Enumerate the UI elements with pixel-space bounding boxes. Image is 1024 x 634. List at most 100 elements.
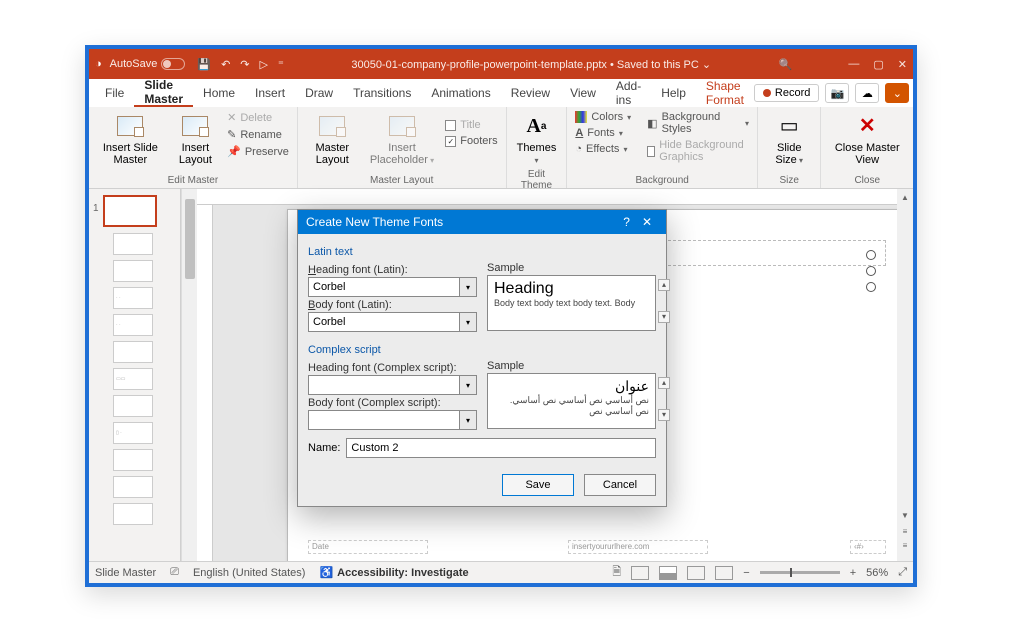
- footer-placeholder[interactable]: insertyoururlhere.com: [568, 540, 708, 554]
- layout-thumbnail[interactable]: [113, 503, 153, 525]
- heading-cs-combo[interactable]: ▾: [308, 375, 477, 395]
- tab-draw[interactable]: Draw: [295, 79, 343, 107]
- chevron-down-icon[interactable]: ▾: [459, 410, 477, 430]
- ribbon-display-button[interactable]: ⌄: [885, 83, 909, 103]
- autosave-switch-off[interactable]: [161, 58, 185, 70]
- zoom-level[interactable]: 56%: [866, 567, 888, 579]
- prev-slide-icon[interactable]: ≡: [900, 527, 910, 537]
- tab-slide-master[interactable]: Slide Master: [134, 79, 193, 107]
- layout-thumbnail[interactable]: [113, 233, 153, 255]
- scroll-up-icon[interactable]: ▲: [900, 193, 910, 203]
- body-cs-input[interactable]: [308, 410, 459, 430]
- sorter-view-button[interactable]: [659, 566, 677, 580]
- zoom-in-icon[interactable]: +: [850, 567, 856, 579]
- status-language[interactable]: English (United States): [193, 567, 306, 579]
- footers-checkbox[interactable]: Footers: [443, 134, 499, 148]
- zoom-slider[interactable]: [760, 571, 840, 574]
- tab-view[interactable]: View: [560, 79, 606, 107]
- tab-addins[interactable]: Add-ins: [606, 79, 651, 107]
- rename-button[interactable]: ✎Rename: [225, 127, 291, 142]
- tab-animations[interactable]: Animations: [421, 79, 500, 107]
- tab-home[interactable]: Home: [193, 79, 245, 107]
- reading-view-button[interactable]: [687, 566, 705, 580]
- tab-shape-format[interactable]: Shape Format: [696, 79, 754, 107]
- normal-view-button[interactable]: [631, 566, 649, 580]
- scroll-down-icon[interactable]: ▼: [900, 511, 910, 521]
- scroll-thumb[interactable]: [185, 199, 195, 279]
- present-button[interactable]: 📷: [825, 83, 849, 103]
- layout-thumbnail[interactable]: ▯ ·: [113, 422, 153, 444]
- minimize-icon[interactable]: —: [848, 58, 859, 71]
- close-window-icon[interactable]: ✕: [898, 58, 907, 71]
- body-latin-input[interactable]: [308, 312, 459, 332]
- slide-size-button[interactable]: ▭ Slide Size: [764, 110, 814, 168]
- close-master-view-button[interactable]: ✕ Close Master View: [827, 110, 907, 168]
- delete-button[interactable]: ✕Delete: [225, 110, 291, 125]
- spin-down-icon[interactable]: ▾: [658, 311, 670, 323]
- body-latin-combo[interactable]: ▾: [308, 312, 477, 332]
- layout-thumbnail[interactable]: [113, 341, 153, 363]
- autosave-toggle[interactable]: AutoSave: [110, 58, 186, 70]
- undo-icon[interactable]: ↶: [221, 58, 230, 71]
- tab-insert[interactable]: Insert: [245, 79, 295, 107]
- tab-review[interactable]: Review: [501, 79, 560, 107]
- record-button[interactable]: Record: [754, 84, 819, 102]
- status-accessibility[interactable]: ♿Accessibility: Investigate: [319, 566, 468, 579]
- tab-file[interactable]: File: [95, 79, 134, 107]
- chevron-down-icon[interactable]: ▾: [459, 375, 477, 395]
- layout-thumbnail[interactable]: [113, 260, 153, 282]
- heading-latin-combo[interactable]: ▾: [308, 277, 477, 297]
- layout-thumbnail[interactable]: [113, 449, 153, 471]
- status-view[interactable]: Slide Master: [95, 567, 156, 579]
- spin-down-icon[interactable]: ▾: [658, 409, 670, 421]
- hide-bg-checkbox[interactable]: Hide Background Graphics: [645, 138, 751, 164]
- notes-icon[interactable]: 🗎: [612, 563, 621, 582]
- thumbnail-scrollbar[interactable]: [181, 189, 197, 561]
- chevron-down-icon[interactable]: ▾: [459, 312, 477, 332]
- title-checkbox[interactable]: Title: [443, 118, 499, 132]
- qat-dropdown-icon[interactable]: ⁼: [278, 58, 284, 71]
- layout-thumbnail[interactable]: · ·: [113, 287, 153, 309]
- save-button[interactable]: Save: [502, 474, 574, 496]
- slideshow-view-button[interactable]: [715, 566, 733, 580]
- save-icon[interactable]: 💾: [197, 58, 211, 71]
- date-placeholder[interactable]: Date: [308, 540, 428, 554]
- layout-thumbnail[interactable]: [113, 395, 153, 417]
- redo-icon[interactable]: ↷: [240, 58, 249, 71]
- zoom-out-icon[interactable]: −: [743, 567, 749, 579]
- insert-layout-button[interactable]: Insert Layout: [170, 110, 221, 168]
- layout-thumbnail[interactable]: [113, 476, 153, 498]
- preserve-button[interactable]: 📌Preserve: [225, 144, 291, 159]
- spin-up-icon[interactable]: ▴: [658, 377, 670, 389]
- dialog-help-button[interactable]: ?: [617, 215, 636, 229]
- cancel-button[interactable]: Cancel: [584, 474, 656, 496]
- colors-button[interactable]: Colors: [573, 110, 633, 124]
- fonts-button[interactable]: AFonts: [573, 126, 633, 140]
- layout-thumbnail[interactable]: · ·: [113, 314, 153, 336]
- themes-button[interactable]: Aa Themes: [513, 110, 561, 168]
- insert-placeholder-button[interactable]: Insert Placeholder: [365, 110, 440, 168]
- search-icon[interactable]: 🔍: [779, 58, 793, 71]
- body-cs-combo[interactable]: ▾: [308, 410, 477, 430]
- background-styles-button[interactable]: ◧Background Styles: [645, 110, 751, 136]
- tab-help[interactable]: Help: [651, 79, 696, 107]
- heading-latin-input[interactable]: [308, 277, 459, 297]
- canvas-scrollbar[interactable]: ▲ ▼ ≡ ≡: [897, 189, 913, 561]
- share-button[interactable]: ☁: [855, 83, 879, 103]
- fit-to-window-icon[interactable]: ⤢: [898, 566, 907, 579]
- insert-slide-master-button[interactable]: Insert Slide Master: [95, 110, 166, 168]
- effects-button[interactable]: ◔Effects: [573, 142, 633, 156]
- tab-transitions[interactable]: Transitions: [343, 79, 421, 107]
- master-thumbnail-1[interactable]: 1: [103, 195, 157, 227]
- chevron-down-icon[interactable]: ▾: [459, 277, 477, 297]
- maximize-icon[interactable]: ▢: [873, 58, 883, 71]
- next-slide-icon[interactable]: ≡: [900, 541, 910, 551]
- master-layout-button[interactable]: Master Layout: [304, 110, 361, 168]
- theme-name-input[interactable]: [346, 438, 656, 458]
- heading-cs-input[interactable]: [308, 375, 459, 395]
- layout-thumbnail[interactable]: ▭▭: [113, 368, 153, 390]
- dialog-close-button[interactable]: ✕: [636, 215, 658, 229]
- slide-number-placeholder[interactable]: ‹#›: [850, 540, 886, 554]
- spin-up-icon[interactable]: ▴: [658, 279, 670, 291]
- slideshow-icon[interactable]: ▷: [260, 58, 268, 71]
